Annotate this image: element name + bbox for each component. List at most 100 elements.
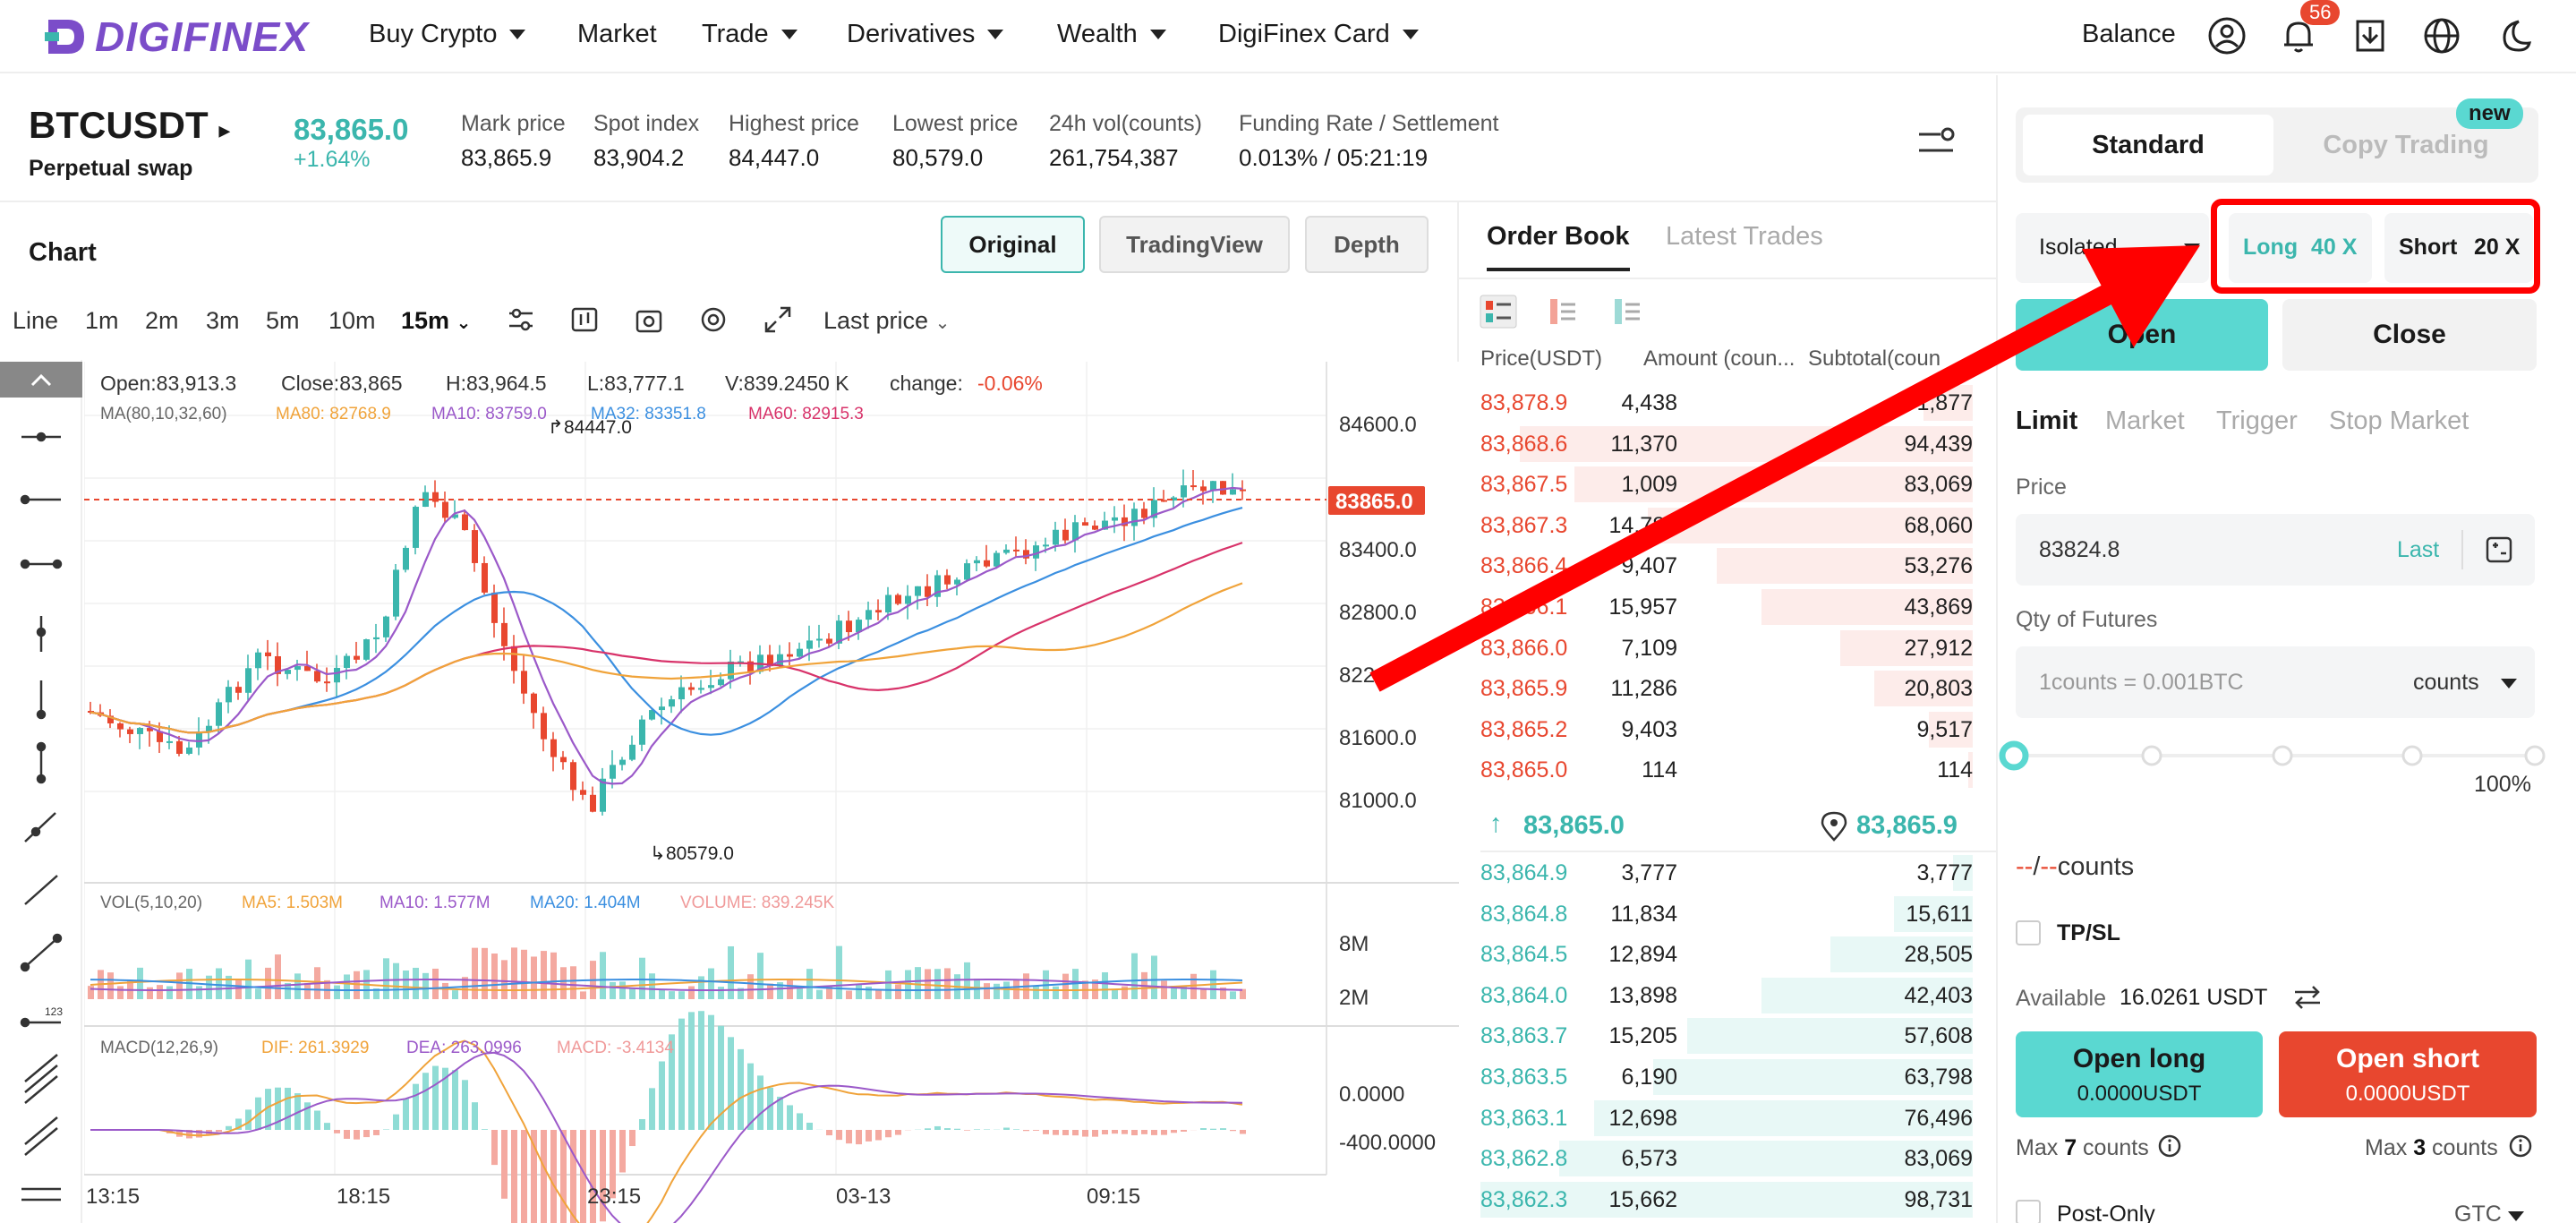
nav-trade[interactable]: Trade xyxy=(702,20,798,49)
toolbar-collapse[interactable] xyxy=(0,362,82,398)
price-tick: 81600.0 xyxy=(1339,726,1417,750)
open-short-button[interactable]: Open short 0.0000USDT xyxy=(2279,1031,2537,1117)
bid-row[interactable]: 83,863.5 6,190 63,798 xyxy=(1480,1056,1973,1098)
bid-row[interactable]: 83,863.7 15,205 57,608 xyxy=(1480,1015,1973,1056)
layout-settings-icon[interactable] xyxy=(1915,122,1957,163)
macd-histogram-bar xyxy=(1151,1130,1157,1135)
row-amount: 13,898 xyxy=(1608,982,1677,1008)
max-unit: counts xyxy=(2083,1135,2149,1160)
gtc-select[interactable]: GTC xyxy=(2454,1202,2524,1223)
macd-histogram-bar xyxy=(1240,1130,1246,1134)
low-marker-arrow: ↳ xyxy=(650,843,666,864)
close-tab-button[interactable]: Close xyxy=(2282,299,2537,371)
balance-link[interactable]: Balance xyxy=(2082,20,2176,49)
macd-dif: DIF: 261.3929 xyxy=(261,1039,369,1057)
price-type-select[interactable]: Last price ⌄ xyxy=(823,307,950,335)
volume-bar xyxy=(294,973,301,999)
nav-wealth[interactable]: Wealth xyxy=(1057,20,1166,49)
nav-derivatives[interactable]: Derivatives xyxy=(847,20,1004,49)
post-only-checkbox[interactable] xyxy=(2016,1200,2041,1223)
open-short-amount: 0.0000USDT xyxy=(2345,1082,2470,1106)
info-icon[interactable] xyxy=(2157,1133,2182,1159)
interval-3m[interactable]: 3m xyxy=(206,307,240,335)
screenshot-icon[interactable] xyxy=(634,304,664,335)
bid-row[interactable]: 83,864.5 12,894 28,505 xyxy=(1480,934,1973,975)
candle-body xyxy=(324,681,330,684)
max-unit: counts xyxy=(2432,1135,2498,1160)
candle-body xyxy=(944,575,951,585)
bid-row[interactable]: 83,862.3 15,662 98,731 xyxy=(1480,1179,1973,1220)
candle-body xyxy=(885,594,891,613)
interval-15m[interactable]: 15m ⌄ xyxy=(401,307,471,335)
candle-body xyxy=(550,739,557,757)
row-price: 83,864.9 xyxy=(1480,860,1568,885)
volume-bar xyxy=(501,960,508,999)
candle-body xyxy=(570,762,576,791)
view-tradingview-button[interactable]: TradingView xyxy=(1099,216,1290,273)
interval-10m[interactable]: 10m xyxy=(328,307,376,335)
volume-bar xyxy=(176,972,183,999)
digifinex-logo[interactable]: DIGIFINEX xyxy=(43,13,309,61)
macd-histogram-bar xyxy=(501,1130,508,1199)
slider-thumb[interactable] xyxy=(1999,740,2029,771)
new-badge: new xyxy=(2456,98,2523,129)
candle-body xyxy=(1003,549,1010,553)
view-original-button[interactable]: Original xyxy=(941,216,1085,273)
bid-row[interactable]: 83,864.8 11,834 15,611 xyxy=(1480,894,1973,935)
info-icon[interactable] xyxy=(2508,1133,2533,1159)
qty-unit-select[interactable]: counts xyxy=(2413,670,2479,696)
bid-row[interactable]: 83,864.0 13,898 42,403 xyxy=(1480,975,1973,1016)
transfer-icon[interactable] xyxy=(2291,983,2324,1012)
download-icon[interactable] xyxy=(2350,16,2390,56)
last-price-button[interactable]: Last xyxy=(2397,537,2439,563)
ask-row[interactable]: 83,865.0 114 114 xyxy=(1480,749,1973,791)
volume-bar xyxy=(866,986,872,999)
volume-bar xyxy=(836,945,842,999)
volume-bar xyxy=(1200,989,1207,999)
moon-icon[interactable] xyxy=(2494,16,2533,56)
order-type-stop-market[interactable]: Stop Market xyxy=(2329,406,2469,436)
candle-type-icon[interactable] xyxy=(569,304,600,335)
macd-histogram-bar xyxy=(324,1123,330,1130)
interval-line[interactable]: Line xyxy=(13,307,58,335)
qty-slider[interactable] xyxy=(1996,738,2551,777)
macd-histogram-bar xyxy=(826,1130,832,1136)
user-icon[interactable] xyxy=(2207,16,2247,56)
indicator-icon[interactable] xyxy=(506,304,536,335)
tpsl-checkbox[interactable] xyxy=(2016,920,2041,945)
nav-buy-crypto[interactable]: Buy Crypto xyxy=(369,20,526,49)
interval-2m[interactable]: 2m xyxy=(145,307,179,335)
row-subtotal: 57,608 xyxy=(1904,1023,1973,1049)
stat-funding-rate: Funding Rate / Settlement 0.013% / 05:21:… xyxy=(1239,111,1498,172)
volume-bar xyxy=(964,962,970,999)
macd-histogram-bar xyxy=(787,1105,793,1130)
drawing-tools[interactable]: 123 xyxy=(18,421,64,1209)
chevron-down-icon xyxy=(780,30,798,39)
volume-bar xyxy=(432,968,439,999)
fullscreen-icon[interactable] xyxy=(763,304,793,335)
bid-row[interactable]: 83,863.1 12,698 76,496 xyxy=(1480,1098,1973,1139)
nav-digifinex-card[interactable]: DigiFinex Card xyxy=(1218,20,1419,49)
volume-bar xyxy=(1003,981,1010,999)
open-long-button[interactable]: Open long 0.0000USDT xyxy=(2016,1031,2263,1117)
settings-icon[interactable] xyxy=(698,304,729,335)
nav-market[interactable]: Market xyxy=(577,20,657,49)
volume-bar xyxy=(895,984,901,999)
volume-bar xyxy=(137,967,143,999)
vol-ma20: MA20: 1.404M xyxy=(530,894,641,912)
tab-standard[interactable]: Standard xyxy=(2023,115,2273,175)
symbol-selector[interactable]: BTCUSDT ▸ xyxy=(29,104,230,147)
macd-histogram-bar xyxy=(1141,1130,1147,1134)
bid-row[interactable]: 83,862.8 6,573 83,069 xyxy=(1480,1138,1973,1179)
volume-bar xyxy=(708,968,714,999)
bid-row[interactable]: 83,864.9 3,777 3,777 xyxy=(1480,852,1973,894)
price-change: +1.64% xyxy=(294,147,371,172)
interval-5m[interactable]: 5m xyxy=(266,307,300,335)
macd-histogram-bar xyxy=(964,1130,970,1131)
candlestick-chart[interactable]: Open:83,913.3 Close:83,865 H:83,964.5 L:… xyxy=(84,362,1459,1223)
calculator-icon[interactable] xyxy=(2485,535,2513,564)
nav-label: Market xyxy=(577,20,657,48)
interval-1m[interactable]: 1m xyxy=(85,307,119,335)
globe-icon[interactable] xyxy=(2422,16,2461,56)
open-short-label: Open short xyxy=(2335,1044,2479,1073)
